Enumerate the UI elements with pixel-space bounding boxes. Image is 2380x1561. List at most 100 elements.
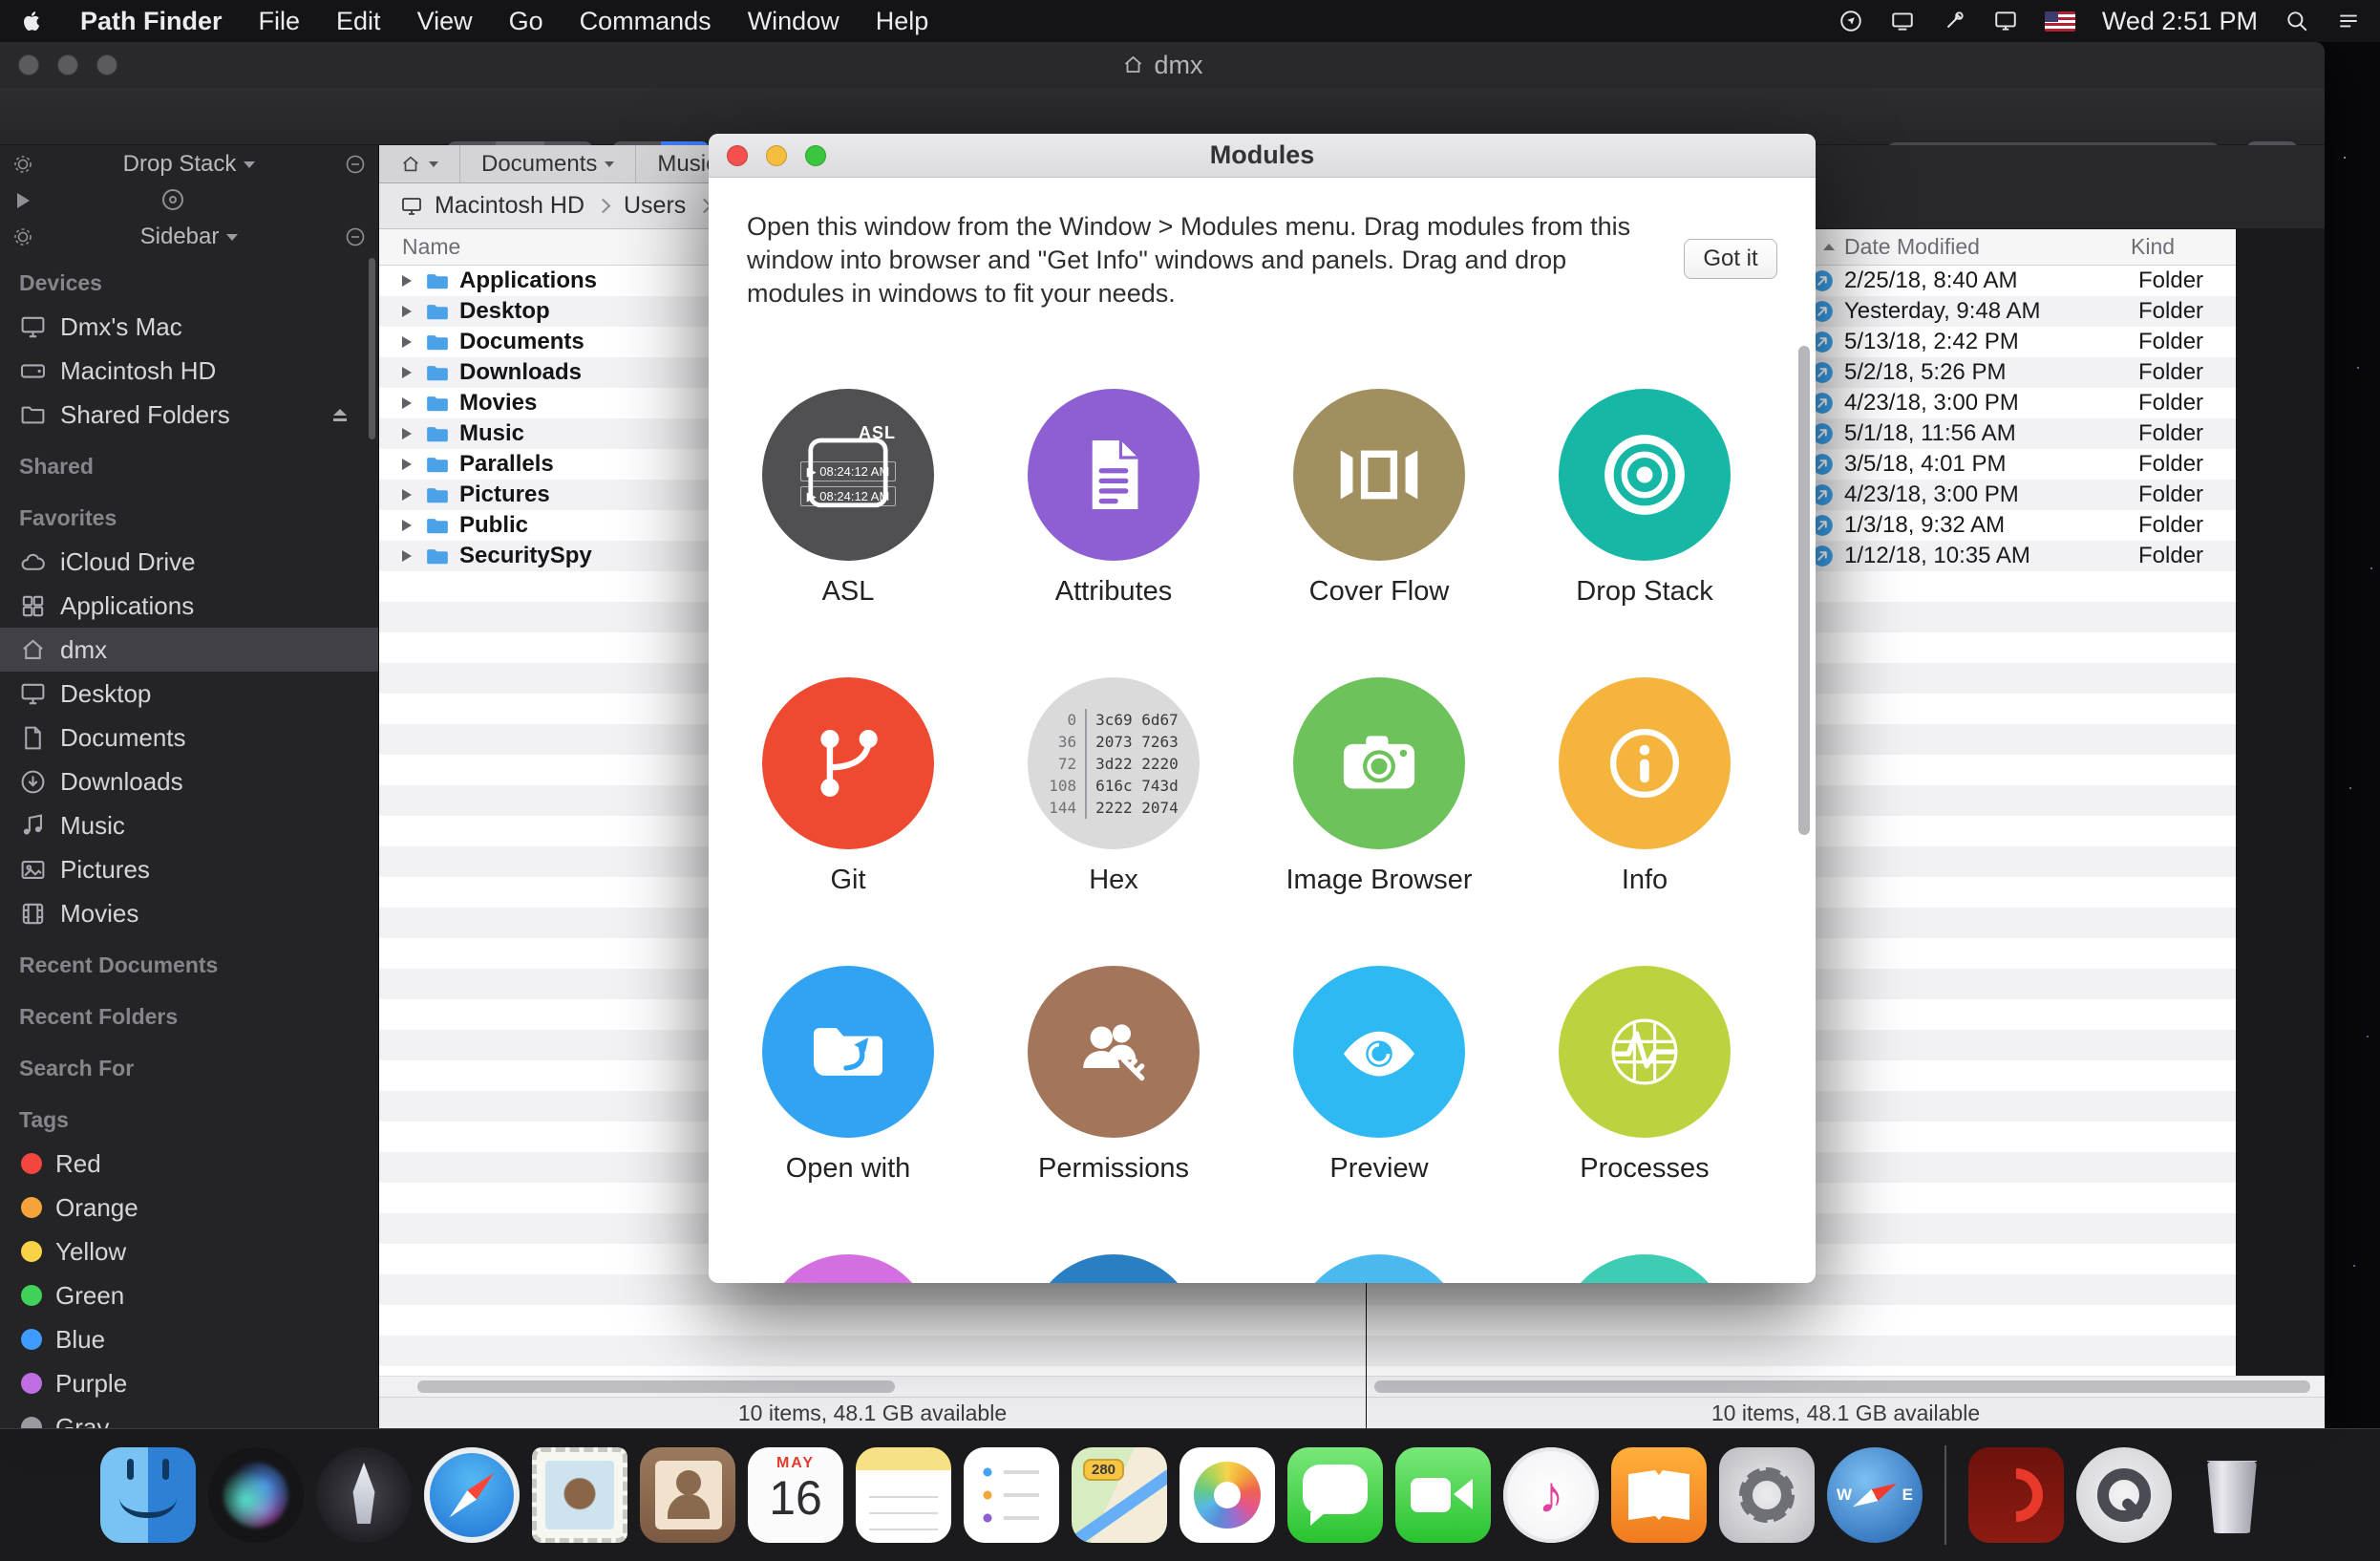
sidebar-panel-header[interactable]: Sidebar xyxy=(0,218,378,256)
module-card[interactable]: Drop Stack xyxy=(1559,389,1731,677)
minimize-window-button[interactable] xyxy=(57,54,78,75)
breadcrumb-item[interactable]: Users xyxy=(624,192,719,220)
itunes-dock-icon[interactable]: ♪ xyxy=(1503,1447,1599,1543)
location-menu-icon[interactable] xyxy=(1838,9,1863,33)
sidebar-item[interactable]: Applications xyxy=(0,584,378,628)
tool-menu-icon[interactable] xyxy=(1942,9,1966,33)
zoom-window-button[interactable] xyxy=(96,54,117,75)
sidebar-item[interactable]: Gray xyxy=(0,1405,378,1428)
module-circle[interactable] xyxy=(1559,389,1731,561)
sidebar-item[interactable]: Orange xyxy=(0,1186,378,1230)
sidebar-item[interactable]: Blue xyxy=(0,1317,378,1361)
got-it-button[interactable]: Got it xyxy=(1684,239,1777,279)
module-circle[interactable] xyxy=(1293,1254,1465,1283)
modal-scrollbar[interactable] xyxy=(1798,346,1810,835)
module-card[interactable]: ASL ▶ 08:24:12 AM ▶ 08:24:12 AM ASL xyxy=(762,389,934,677)
menu-item[interactable]: Help xyxy=(876,7,929,36)
module-card[interactable]: Permissions xyxy=(1028,966,1200,1254)
quicktime-dock-icon[interactable] xyxy=(2076,1447,2172,1543)
facetime-dock-icon[interactable] xyxy=(1395,1447,1491,1543)
sidebar-item[interactable]: Macintosh HD xyxy=(0,349,378,393)
sidebar-item[interactable]: Recent Folders xyxy=(0,994,378,1038)
safari-dock-icon[interactable] xyxy=(424,1447,520,1543)
sidebar-item[interactable]: Movies xyxy=(0,891,378,935)
menu-item[interactable]: Edit xyxy=(336,7,381,36)
calendar-dock-icon[interactable]: MAY 16 xyxy=(748,1447,843,1543)
module-card[interactable]: Git xyxy=(762,677,934,966)
disclosure-triangle-icon[interactable] xyxy=(402,489,412,501)
gear-icon[interactable] xyxy=(11,225,34,248)
sidebar-item[interactable]: Shared xyxy=(0,444,378,488)
disclosure-triangle-icon[interactable] xyxy=(402,550,412,562)
module-circle[interactable] xyxy=(762,677,934,849)
menu-item[interactable]: Commands xyxy=(580,7,712,36)
module-card[interactable]: Processes xyxy=(1559,966,1731,1254)
disclosure-triangle-icon[interactable] xyxy=(402,520,412,531)
trash-dock-icon[interactable] xyxy=(2184,1447,2280,1543)
disclosure-triangle-icon[interactable] xyxy=(402,459,412,470)
messages-dock-icon[interactable] xyxy=(1287,1447,1383,1543)
reminders-dock-icon[interactable] xyxy=(964,1447,1059,1543)
module-circle[interactable] xyxy=(1028,389,1200,561)
spotlight-search-icon[interactable] xyxy=(2284,9,2309,33)
notes-dock-icon[interactable] xyxy=(856,1447,951,1543)
menu-bar-clock[interactable]: Wed 2:51 PM xyxy=(2102,7,2258,36)
photos-dock-icon[interactable] xyxy=(1179,1447,1275,1543)
disclosure-triangle-icon[interactable] xyxy=(402,367,412,378)
close-window-button[interactable] xyxy=(18,54,39,75)
module-circle[interactable] xyxy=(762,966,934,1138)
apple-menu-icon[interactable] xyxy=(19,9,44,33)
acrobat-dock-icon[interactable] xyxy=(1968,1447,2064,1543)
system-preferences-dock-icon[interactable] xyxy=(1719,1447,1815,1543)
active-app-name[interactable]: Path Finder xyxy=(80,7,223,36)
disclosure-triangle-icon[interactable] xyxy=(402,336,412,348)
sidebar-item[interactable]: Recent Documents xyxy=(0,943,378,987)
gear-icon[interactable] xyxy=(11,153,34,176)
sidebar-item[interactable]: Devices xyxy=(0,261,378,305)
compass-globe-dock-icon[interactable]: W E xyxy=(1827,1447,1923,1543)
maps-dock-icon[interactable]: 280 xyxy=(1072,1447,1167,1543)
sidebar-item[interactable]: iCloud Drive xyxy=(0,540,378,584)
horizontal-scrollbar[interactable] xyxy=(1367,1376,2325,1397)
eject-icon[interactable] xyxy=(329,403,351,426)
kind-column-header[interactable]: Kind xyxy=(2131,234,2175,260)
close-button[interactable] xyxy=(727,145,748,166)
module-circle[interactable] xyxy=(1293,677,1465,849)
modules-title-bar[interactable]: Modules xyxy=(709,134,1816,178)
menu-item[interactable]: Go xyxy=(509,7,543,36)
module-card[interactable] xyxy=(762,1254,934,1283)
home-folder-tab[interactable] xyxy=(379,145,460,182)
contacts-dock-icon[interactable] xyxy=(640,1447,735,1543)
sidebar-item[interactable]: Red xyxy=(0,1142,378,1186)
module-card[interactable]: Info xyxy=(1559,677,1731,966)
keyboard-layout-flag-icon[interactable] xyxy=(2045,11,2075,32)
folder-tab[interactable]: Documents xyxy=(460,145,636,182)
disclosure-triangle-icon[interactable] xyxy=(402,397,412,409)
module-card[interactable]: Preview xyxy=(1293,966,1465,1254)
disclosure-triangle-icon[interactable] xyxy=(402,428,412,439)
menu-item[interactable]: View xyxy=(417,7,473,36)
disclosure-triangle-icon[interactable] xyxy=(402,275,412,287)
airplay-display-icon[interactable] xyxy=(1890,9,1915,33)
module-card[interactable]: Cover Flow xyxy=(1293,389,1465,677)
module-circle[interactable]: 0 36 72 108 144 3c69 6d67 2073 7263 3d22… xyxy=(1028,677,1200,849)
module-circle[interactable] xyxy=(1559,966,1731,1138)
display-menu-icon[interactable] xyxy=(1993,9,2018,33)
sidebar-item[interactable]: Favorites xyxy=(0,496,378,540)
sidebar-item[interactable]: dmx xyxy=(0,628,378,672)
collapse-panel-icon[interactable] xyxy=(344,225,367,248)
sidebar-item[interactable]: Pictures xyxy=(0,847,378,891)
module-circle[interactable] xyxy=(1028,1254,1200,1283)
module-circle[interactable] xyxy=(1293,966,1465,1138)
disclosure-triangle-icon[interactable] xyxy=(402,306,412,317)
sidebar-scrollbar[interactable] xyxy=(369,258,375,439)
launchpad-dock-icon[interactable] xyxy=(316,1447,412,1543)
module-circle[interactable] xyxy=(762,1254,934,1283)
ibooks-dock-icon[interactable] xyxy=(1611,1447,1707,1543)
module-circle[interactable] xyxy=(1293,389,1465,561)
module-card[interactable]: Open with xyxy=(762,966,934,1254)
drop-stack-panel-header[interactable]: Drop Stack xyxy=(0,145,378,183)
zoom-button[interactable] xyxy=(805,145,826,166)
menu-item[interactable]: Window xyxy=(748,7,839,36)
collapse-panel-icon[interactable] xyxy=(344,153,367,176)
